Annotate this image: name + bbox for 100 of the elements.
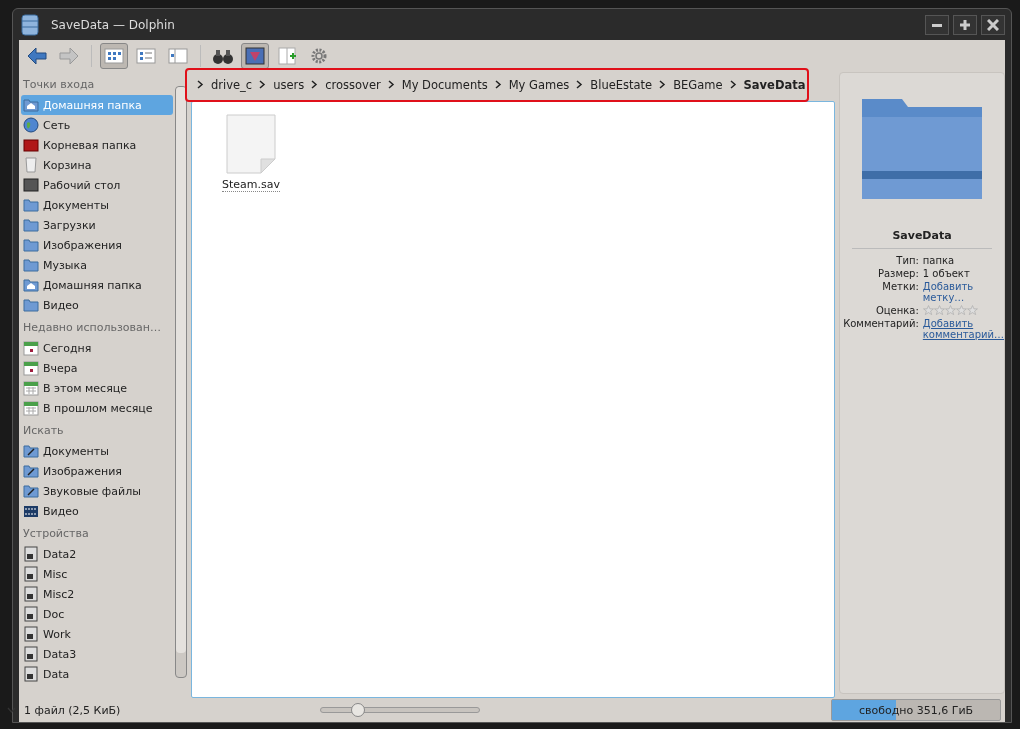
sidebar-item[interactable]: Видео	[21, 501, 173, 521]
chevron-icon	[494, 80, 502, 89]
toolbar-button[interactable]	[241, 43, 269, 69]
sidebar-item[interactable]: Загрузки	[21, 215, 173, 235]
breadcrumb-item[interactable]: drive_c	[211, 77, 253, 92]
chevron-icon	[197, 80, 204, 89]
breadcrumb-item[interactable]: My Documents	[401, 77, 488, 92]
desktop-icon	[23, 177, 39, 193]
drive-icon	[23, 586, 39, 602]
close-button[interactable]	[981, 14, 1005, 35]
add-link[interactable]: Добавить комментарий…	[922, 318, 1001, 340]
film-icon	[23, 503, 39, 519]
folder-icon	[23, 257, 39, 273]
file-name[interactable]: Steam.sav	[222, 178, 280, 192]
sidebar-item[interactable]: Data2	[21, 544, 173, 564]
minimize-button[interactable]	[925, 14, 949, 35]
sidebar-item[interactable]: Work	[21, 624, 173, 644]
sidebar-item[interactable]: Doc	[21, 604, 173, 624]
chevron-icon	[576, 80, 584, 89]
view-mode-button[interactable]	[100, 43, 128, 69]
globe-icon	[23, 117, 39, 133]
calendar-icon	[23, 400, 39, 416]
chevron-icon	[311, 80, 319, 89]
folder-icon	[23, 237, 39, 253]
property-label: Оценка:	[874, 305, 919, 316]
chevron-icon	[387, 80, 395, 89]
sidebar-item[interactable]: Сеть	[21, 115, 173, 135]
breadcrumb-item[interactable]: crossover	[325, 77, 381, 92]
drive-icon	[23, 646, 39, 662]
sidebar-item[interactable]: В этом месяце	[21, 378, 173, 398]
details-view-icon	[135, 46, 157, 66]
sidebar-item[interactable]: Корзина	[21, 155, 173, 175]
sidebar-item[interactable]: Звуковые файлы	[21, 481, 173, 501]
breadcrumb-item[interactable]: SaveData	[743, 77, 806, 92]
breadcrumb-item[interactable]: BlueEstate	[590, 77, 653, 92]
search-folder-icon	[23, 463, 39, 479]
calendar-icon	[23, 340, 39, 356]
window-title: SaveData — Dolphin	[51, 17, 175, 32]
scrollbar[interactable]	[175, 86, 187, 678]
add-link[interactable]: Добавить метку…	[922, 281, 1001, 303]
sidebar-item[interactable]: Музыка	[21, 255, 173, 275]
chevron-icon	[659, 80, 667, 89]
home-folder-icon	[23, 277, 39, 293]
section-heading: Точки входа	[22, 76, 96, 93]
sidebar-item[interactable]: Сегодня	[21, 338, 173, 358]
status-text: 1 файл (2,5 КиБ)	[24, 703, 122, 717]
sidebar-item[interactable]: Data	[21, 664, 173, 684]
sidebar-item[interactable]: Misc	[21, 564, 173, 584]
calendar-icon	[23, 360, 39, 376]
sidebar-item[interactable]: Изображения	[21, 235, 173, 255]
folder-icon	[23, 297, 39, 313]
sidebar-item[interactable]: Data3	[21, 644, 173, 664]
trash-icon	[23, 157, 39, 173]
columns-view-icon	[167, 46, 189, 66]
calendar-icon	[23, 380, 39, 396]
property-label: Тип:	[895, 255, 919, 266]
drive-icon	[23, 666, 39, 682]
section-heading: Искать	[22, 422, 65, 439]
disk-space-bar: свободно 351,6 ГиБ	[831, 699, 1001, 721]
root-folder-icon	[23, 137, 39, 153]
search-folder-icon	[23, 483, 39, 499]
sidebar-item[interactable]: Misc2	[21, 584, 173, 604]
sidebar-item[interactable]: Рабочий стол	[21, 175, 173, 195]
close-icon	[987, 18, 999, 31]
sidebar-item[interactable]: Изображения	[21, 461, 173, 481]
sidebar-item[interactable]: Документы	[21, 441, 173, 461]
home-folder-icon	[23, 97, 39, 113]
property-label: Размер:	[876, 268, 919, 279]
folder-icon	[23, 197, 39, 213]
chevron-icon	[259, 80, 267, 89]
drive-icon	[23, 546, 39, 562]
breadcrumb-item[interactable]: BEGame	[673, 77, 723, 92]
folder-name: SaveData	[852, 229, 992, 249]
maximize-button[interactable]	[953, 14, 977, 35]
icon-view-icon	[103, 46, 125, 66]
drive-icon	[23, 606, 39, 622]
zoom-slider[interactable]	[320, 703, 480, 717]
sidebar-item[interactable]: Домашняя папка	[21, 275, 173, 295]
sidebar-item[interactable]: Видео	[21, 295, 173, 315]
chevron-down-icon[interactable]	[7, 707, 16, 713]
preview-icon	[244, 46, 266, 66]
sidebar-item[interactable]: Вчера	[21, 358, 173, 378]
back-arrow-icon	[26, 46, 48, 66]
drive-icon	[23, 626, 39, 642]
folder-icon	[23, 217, 39, 233]
breadcrumb-item[interactable]: users	[273, 77, 305, 92]
property-value: папка	[922, 255, 956, 266]
forward-arrow-icon	[58, 46, 80, 66]
database-icon	[21, 12, 39, 37]
section-heading: Недавно использован…	[22, 319, 162, 336]
property-label: Метки:	[881, 281, 919, 294]
sidebar-item[interactable]: В прошлом месяце	[21, 398, 173, 418]
folder-icon	[860, 97, 984, 201]
sidebar-item[interactable]: Корневая папка	[21, 135, 173, 155]
sidebar-item[interactable]: Документы	[21, 195, 173, 215]
breadcrumb-item[interactable]: My Games	[508, 77, 570, 92]
search-folder-icon	[23, 443, 39, 459]
property-value: 1 объект	[922, 268, 971, 279]
blank-file-icon	[225, 114, 277, 174]
section-heading: Устройства	[22, 525, 90, 542]
